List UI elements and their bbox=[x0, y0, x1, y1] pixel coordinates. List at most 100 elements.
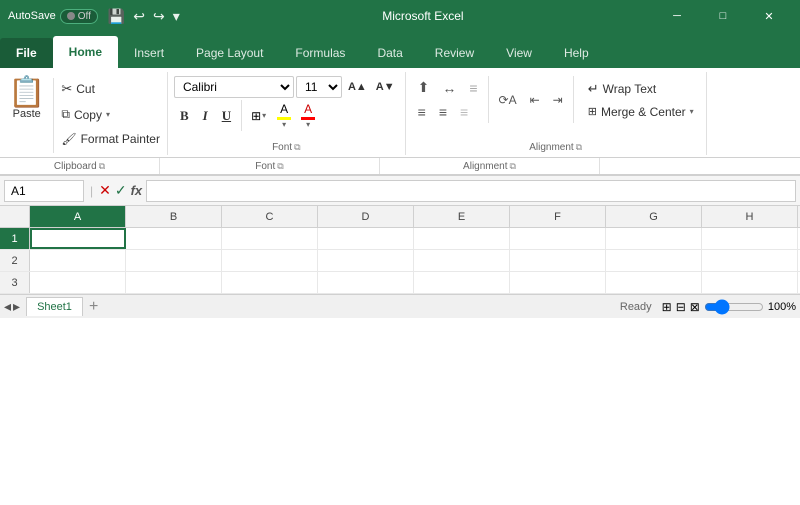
formula-bar-divider: | bbox=[90, 184, 93, 198]
autosave-label: AutoSave bbox=[8, 10, 56, 22]
fill-color-button[interactable]: A ▾ bbox=[273, 100, 295, 131]
clipboard-expand-icon[interactable]: ⧉ bbox=[99, 161, 105, 172]
cell-E1[interactable] bbox=[414, 228, 510, 249]
tab-file[interactable]: File bbox=[0, 38, 53, 68]
undo-icon[interactable]: ↩ bbox=[133, 8, 145, 25]
sheet-nav-right[interactable]: ▸ bbox=[13, 298, 20, 315]
underline-button[interactable]: U bbox=[216, 105, 237, 127]
tab-view[interactable]: View bbox=[490, 38, 548, 68]
copy-button[interactable]: ⧉ Copy ▾ bbox=[58, 105, 163, 124]
save-icon[interactable]: 💾 bbox=[108, 8, 125, 25]
align-right-button[interactable]: ≡ bbox=[454, 101, 474, 123]
align-center-button[interactable]: ≡ bbox=[433, 101, 453, 123]
cell-G3[interactable] bbox=[606, 272, 702, 293]
format-painter-button[interactable]: 🖌 Format Painter bbox=[58, 130, 163, 148]
wrap-text-button[interactable]: ↵ Wrap Text bbox=[582, 78, 700, 100]
tab-help[interactable]: Help bbox=[548, 38, 605, 68]
paste-button[interactable]: 📋 Paste bbox=[4, 76, 49, 122]
confirm-formula-icon[interactable]: ✓ bbox=[115, 182, 127, 199]
col-header-E[interactable]: E bbox=[414, 206, 510, 227]
cell-H2[interactable] bbox=[702, 250, 798, 271]
col-header-F[interactable]: F bbox=[510, 206, 606, 227]
autosave-toggle[interactable]: Off bbox=[60, 9, 98, 24]
col-header-B[interactable]: B bbox=[126, 206, 222, 227]
font-family-select[interactable]: Calibri bbox=[174, 76, 294, 98]
cell-A1[interactable] bbox=[30, 228, 126, 249]
font-expand-icon[interactable]: ⧉ bbox=[294, 142, 300, 153]
zoom-slider[interactable] bbox=[704, 299, 764, 315]
fill-color-icon: A bbox=[280, 102, 288, 116]
cell-C2[interactable] bbox=[222, 250, 318, 271]
maximize-button[interactable]: □ bbox=[700, 0, 746, 32]
align-left-button[interactable]: ≡ bbox=[412, 101, 432, 123]
column-header-row: A B C D E F G H bbox=[0, 206, 800, 228]
page-layout-view-button[interactable]: ⊟ bbox=[676, 300, 686, 314]
font-size-select[interactable]: 11 bbox=[296, 76, 342, 98]
tab-insert[interactable]: Insert bbox=[118, 38, 180, 68]
cell-G1[interactable] bbox=[606, 228, 702, 249]
italic-button[interactable]: I bbox=[197, 105, 214, 127]
merge-center-button[interactable]: ⊞ Merge & Center ▾ bbox=[582, 102, 700, 122]
cut-button[interactable]: ✂ Cut bbox=[58, 79, 163, 99]
indent-decrease-button[interactable]: ⇤ bbox=[524, 90, 546, 110]
cell-E2[interactable] bbox=[414, 250, 510, 271]
col-header-A[interactable]: A bbox=[30, 206, 126, 227]
cell-D1[interactable] bbox=[318, 228, 414, 249]
font-grow-button[interactable]: A▲ bbox=[344, 79, 371, 95]
tab-review[interactable]: Review bbox=[419, 38, 490, 68]
cell-C1[interactable] bbox=[222, 228, 318, 249]
cell-G2[interactable] bbox=[606, 250, 702, 271]
sheet-nav-left[interactable]: ◂ bbox=[4, 298, 11, 315]
cell-C3[interactable] bbox=[222, 272, 318, 293]
cancel-formula-icon[interactable]: ✕ bbox=[99, 182, 111, 199]
tab-data[interactable]: Data bbox=[361, 38, 418, 68]
cell-H3[interactable] bbox=[702, 272, 798, 293]
cell-B1[interactable] bbox=[126, 228, 222, 249]
cell-F1[interactable] bbox=[510, 228, 606, 249]
redo-icon[interactable]: ↪ bbox=[153, 8, 165, 25]
cell-A3[interactable] bbox=[30, 272, 126, 293]
merge-dropdown-arrow: ▾ bbox=[690, 107, 694, 116]
indent-increase-button[interactable]: ⇥ bbox=[547, 90, 569, 110]
cell-F3[interactable] bbox=[510, 272, 606, 293]
cell-B3[interactable] bbox=[126, 272, 222, 293]
add-sheet-button[interactable]: + bbox=[89, 298, 98, 316]
col-header-D[interactable]: D bbox=[318, 206, 414, 227]
normal-view-button[interactable]: ⊞ bbox=[662, 300, 672, 314]
cell-B2[interactable] bbox=[126, 250, 222, 271]
font-color-button[interactable]: A ▾ bbox=[297, 100, 319, 131]
name-box[interactable] bbox=[4, 180, 84, 202]
alignment-group-expand[interactable]: ⧉ bbox=[510, 161, 516, 172]
tab-page-layout[interactable]: Page Layout bbox=[180, 38, 279, 68]
minimize-button[interactable]: ─ bbox=[654, 0, 700, 32]
cell-E3[interactable] bbox=[414, 272, 510, 293]
close-button[interactable]: ✕ bbox=[746, 0, 792, 32]
align-top-button[interactable]: ⬆ bbox=[412, 76, 436, 99]
border-button[interactable]: ⊞ ▾ bbox=[246, 106, 271, 126]
bold-button[interactable]: B bbox=[174, 105, 195, 127]
cell-F2[interactable] bbox=[510, 250, 606, 271]
col-header-H[interactable]: H bbox=[702, 206, 798, 227]
font-group-expand[interactable]: ⧉ bbox=[277, 161, 283, 172]
formula-input[interactable] bbox=[146, 180, 796, 202]
cell-H1[interactable] bbox=[702, 228, 798, 249]
orientation-button[interactable]: ⟳A bbox=[493, 90, 523, 110]
align-bottom-button[interactable]: ≡ bbox=[463, 76, 483, 99]
cell-D3[interactable] bbox=[318, 272, 414, 293]
sheet-tab-1[interactable]: Sheet1 bbox=[26, 297, 83, 316]
alignment-group: ⬆ ↔ ≡ ≡ ≡ ≡ ⟳A ⇤ ⇥ bbox=[406, 72, 707, 155]
alignment-expand-icon[interactable]: ⧉ bbox=[576, 142, 582, 153]
align-middle-button[interactable]: ↔ bbox=[436, 76, 462, 99]
font-color-dropdown: ▾ bbox=[306, 120, 310, 129]
font-shrink-button[interactable]: A▼ bbox=[372, 79, 399, 95]
customize-quick-access-icon[interactable]: ▾ bbox=[173, 8, 180, 25]
fx-icon[interactable]: fx bbox=[131, 183, 143, 198]
cell-A2[interactable] bbox=[30, 250, 126, 271]
format-painter-label: Format Painter bbox=[81, 132, 160, 146]
cell-D2[interactable] bbox=[318, 250, 414, 271]
tab-home[interactable]: Home bbox=[53, 36, 118, 68]
tab-formulas[interactable]: Formulas bbox=[279, 38, 361, 68]
col-header-G[interactable]: G bbox=[606, 206, 702, 227]
col-header-C[interactable]: C bbox=[222, 206, 318, 227]
page-break-view-button[interactable]: ⊠ bbox=[690, 300, 700, 314]
